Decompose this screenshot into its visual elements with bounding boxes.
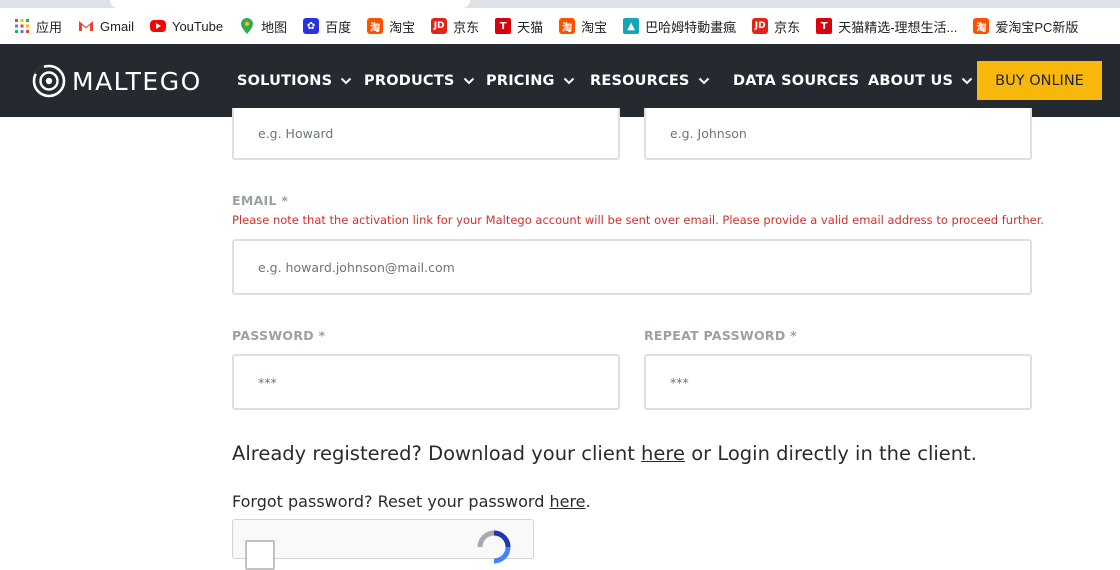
email-label: EMAIL * bbox=[232, 193, 289, 208]
bookmark-jd-2[interactable]: JD 京东 bbox=[744, 8, 808, 44]
nav-resources[interactable]: RESOURCES bbox=[590, 44, 710, 117]
registered-suffix: or Login directly in the client. bbox=[691, 442, 977, 465]
registered-prefix: Already registered? Download your client bbox=[232, 442, 635, 465]
bookmark-tmall-2[interactable]: T 天猫精选-理想生活... bbox=[808, 8, 965, 44]
bookmark-label: 天猫 bbox=[517, 19, 544, 35]
nav-label: RESOURCES bbox=[590, 72, 690, 89]
bookmark-label: 爱淘宝PC新版 bbox=[995, 19, 1079, 35]
jd-icon: JD bbox=[752, 18, 769, 34]
bookmark-baidu[interactable]: ✿ 百度 bbox=[295, 8, 359, 44]
bookmark-label: Gmail bbox=[100, 18, 134, 34]
taobao-icon: 淘 bbox=[367, 18, 384, 34]
last-name-input[interactable]: e.g. Johnson bbox=[644, 108, 1032, 160]
email-input[interactable]: e.g. howard.johnson@mail.com bbox=[232, 239, 1032, 295]
bookmark-label: 京东 bbox=[774, 19, 801, 35]
bookmark-gmail[interactable]: Gmail bbox=[70, 8, 142, 44]
jd-icon: JD bbox=[431, 18, 448, 34]
bookmarks-bar: 应用 Gmail YouTube 地图 ✿ 百度 淘 淘宝 JD 京东 T 天猫… bbox=[0, 8, 1120, 44]
bookmark-label: 淘宝 bbox=[581, 19, 608, 35]
reset-password-link[interactable]: here bbox=[549, 492, 585, 511]
nav-label: DATA SOURCES bbox=[733, 72, 860, 89]
bahamut-icon: ▲ bbox=[623, 18, 640, 34]
password-label: PASSWORD * bbox=[232, 328, 326, 343]
bookmark-label: 天猫精选-理想生活... bbox=[838, 19, 958, 35]
bookmark-label: 地图 bbox=[261, 19, 288, 35]
password-placeholder: *** bbox=[258, 374, 277, 390]
email-note: Please note that the activation link for… bbox=[232, 213, 1045, 227]
forgot-prefix: Forgot password? Reset your password bbox=[232, 492, 545, 511]
last-name-placeholder: e.g. Johnson bbox=[670, 125, 747, 141]
bookmark-maps[interactable]: 地图 bbox=[231, 8, 295, 44]
bookmark-bahamut[interactable]: ▲ 巴哈姆特動畫瘋 bbox=[615, 8, 744, 44]
maps-pin-icon bbox=[239, 18, 255, 34]
nav-label: PRICING bbox=[486, 72, 555, 89]
chevron-down-icon bbox=[341, 77, 352, 84]
browser-tab-strip bbox=[0, 0, 1120, 8]
chevron-down-icon bbox=[463, 77, 474, 84]
download-client-link[interactable]: here bbox=[641, 442, 685, 465]
gmail-icon bbox=[78, 18, 94, 34]
nav-pricing[interactable]: PRICING bbox=[486, 44, 575, 117]
bookmark-label: 应用 bbox=[36, 19, 63, 35]
bookmark-label: 巴哈姆特動畫瘋 bbox=[645, 19, 737, 35]
nav-data-sources[interactable]: DATA SOURCES bbox=[733, 44, 859, 117]
recaptcha-logo-icon bbox=[477, 530, 511, 564]
chevron-down-icon bbox=[961, 77, 973, 84]
chevron-down-icon bbox=[698, 77, 709, 84]
buy-online-button[interactable]: BUY ONLINE bbox=[977, 61, 1102, 100]
nav-about-us[interactable]: ABOUT US bbox=[868, 44, 973, 117]
taobao-icon: 淘 bbox=[973, 18, 990, 34]
bookmark-taobao[interactable]: 淘 淘宝 bbox=[359, 8, 423, 44]
bookmark-youtube[interactable]: YouTube bbox=[142, 8, 231, 44]
chevron-down-icon bbox=[563, 77, 574, 84]
repeat-password-label: REPEAT PASSWORD * bbox=[644, 328, 797, 343]
baidu-icon: ✿ bbox=[303, 18, 320, 34]
already-registered-text: Already registered? Download your client… bbox=[232, 442, 977, 465]
bookmark-ai-taobao[interactable]: 淘 爱淘宝PC新版 bbox=[965, 8, 1086, 44]
nav-products[interactable]: PRODUCTS bbox=[364, 44, 475, 117]
bookmark-jd[interactable]: JD 京东 bbox=[423, 8, 487, 44]
email-placeholder: e.g. howard.johnson@mail.com bbox=[258, 259, 455, 275]
forgot-suffix: . bbox=[585, 492, 591, 511]
nav-label: ABOUT US bbox=[868, 72, 954, 89]
bookmark-label: 京东 bbox=[453, 19, 480, 35]
first-name-placeholder: e.g. Howard bbox=[258, 125, 334, 141]
nav-label: PRODUCTS bbox=[364, 72, 455, 89]
recaptcha-checkbox[interactable] bbox=[245, 540, 275, 570]
bookmark-apps[interactable]: 应用 bbox=[6, 8, 70, 44]
password-input[interactable]: *** bbox=[232, 354, 620, 410]
repeat-password-placeholder: *** bbox=[670, 374, 689, 390]
bookmark-taobao-2[interactable]: 淘 淘宝 bbox=[551, 8, 615, 44]
youtube-icon bbox=[149, 20, 166, 32]
bookmark-label: 淘宝 bbox=[389, 19, 416, 35]
site-header: MALTEGO SOLUTIONS PRODUCTS PRICING RESOU… bbox=[0, 44, 1120, 117]
tmall-icon: T bbox=[495, 18, 512, 34]
apps-grid-icon bbox=[14, 18, 30, 34]
repeat-password-input[interactable]: *** bbox=[644, 354, 1032, 410]
tmall-icon: T bbox=[816, 18, 833, 34]
first-name-input[interactable]: e.g. Howard bbox=[232, 108, 620, 160]
bookmark-label: YouTube bbox=[171, 18, 224, 34]
nav-solutions[interactable]: SOLUTIONS bbox=[237, 44, 352, 117]
nav-label: SOLUTIONS bbox=[237, 72, 333, 89]
forgot-password-text: Forgot password? Reset your password her… bbox=[232, 492, 591, 511]
recaptcha-widget bbox=[232, 519, 534, 570]
bookmark-label: 百度 bbox=[325, 19, 352, 35]
browser-active-tab[interactable] bbox=[110, 0, 470, 8]
taobao-icon: 淘 bbox=[559, 18, 576, 34]
bookmark-tmall[interactable]: T 天猫 bbox=[487, 8, 551, 44]
